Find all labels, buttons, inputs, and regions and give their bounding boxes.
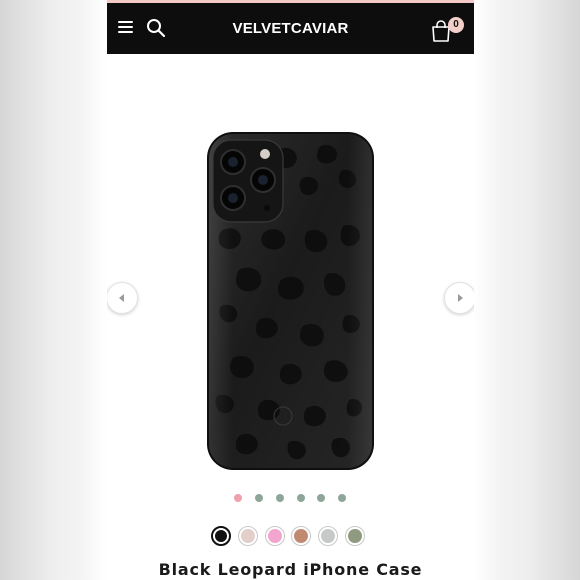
color-swatch[interactable] xyxy=(318,526,338,546)
cart-count-badge: 0 xyxy=(448,17,464,33)
color-swatch[interactable] xyxy=(211,526,231,546)
product-gallery xyxy=(107,54,474,484)
gallery-dot[interactable] xyxy=(234,494,242,502)
chevron-left-icon xyxy=(119,294,124,302)
brand-logo[interactable]: VELVETCAVIAR xyxy=(107,20,474,37)
color-swatch[interactable] xyxy=(291,526,311,546)
product-image[interactable] xyxy=(203,130,378,472)
color-swatch[interactable] xyxy=(265,526,285,546)
navbar: VELVETCAVIAR 0 xyxy=(107,3,474,54)
gallery-dot[interactable] xyxy=(276,494,284,502)
swatch-fill xyxy=(241,529,255,543)
cart-button[interactable]: 0 xyxy=(430,15,466,43)
swatch-fill xyxy=(215,530,227,542)
color-swatch[interactable] xyxy=(345,526,365,546)
gallery-dot[interactable] xyxy=(338,494,346,502)
previous-image-button[interactable] xyxy=(107,282,138,314)
gallery-pagination xyxy=(107,494,474,504)
gallery-dot[interactable] xyxy=(317,494,325,502)
gallery-dot[interactable] xyxy=(255,494,263,502)
color-swatches xyxy=(107,526,474,548)
gallery-dot[interactable] xyxy=(297,494,305,502)
color-swatch[interactable] xyxy=(238,526,258,546)
swatch-fill xyxy=(294,529,308,543)
product-title: Black Leopard iPhone Case xyxy=(158,560,423,579)
swatch-fill xyxy=(268,529,282,543)
next-image-button[interactable] xyxy=(444,282,474,314)
swatch-fill xyxy=(321,529,335,543)
chevron-right-icon xyxy=(458,294,463,302)
swatch-fill xyxy=(348,529,362,543)
product-page: VELVETCAVIAR 0 Black Leopard iPhone Case xyxy=(107,0,474,580)
